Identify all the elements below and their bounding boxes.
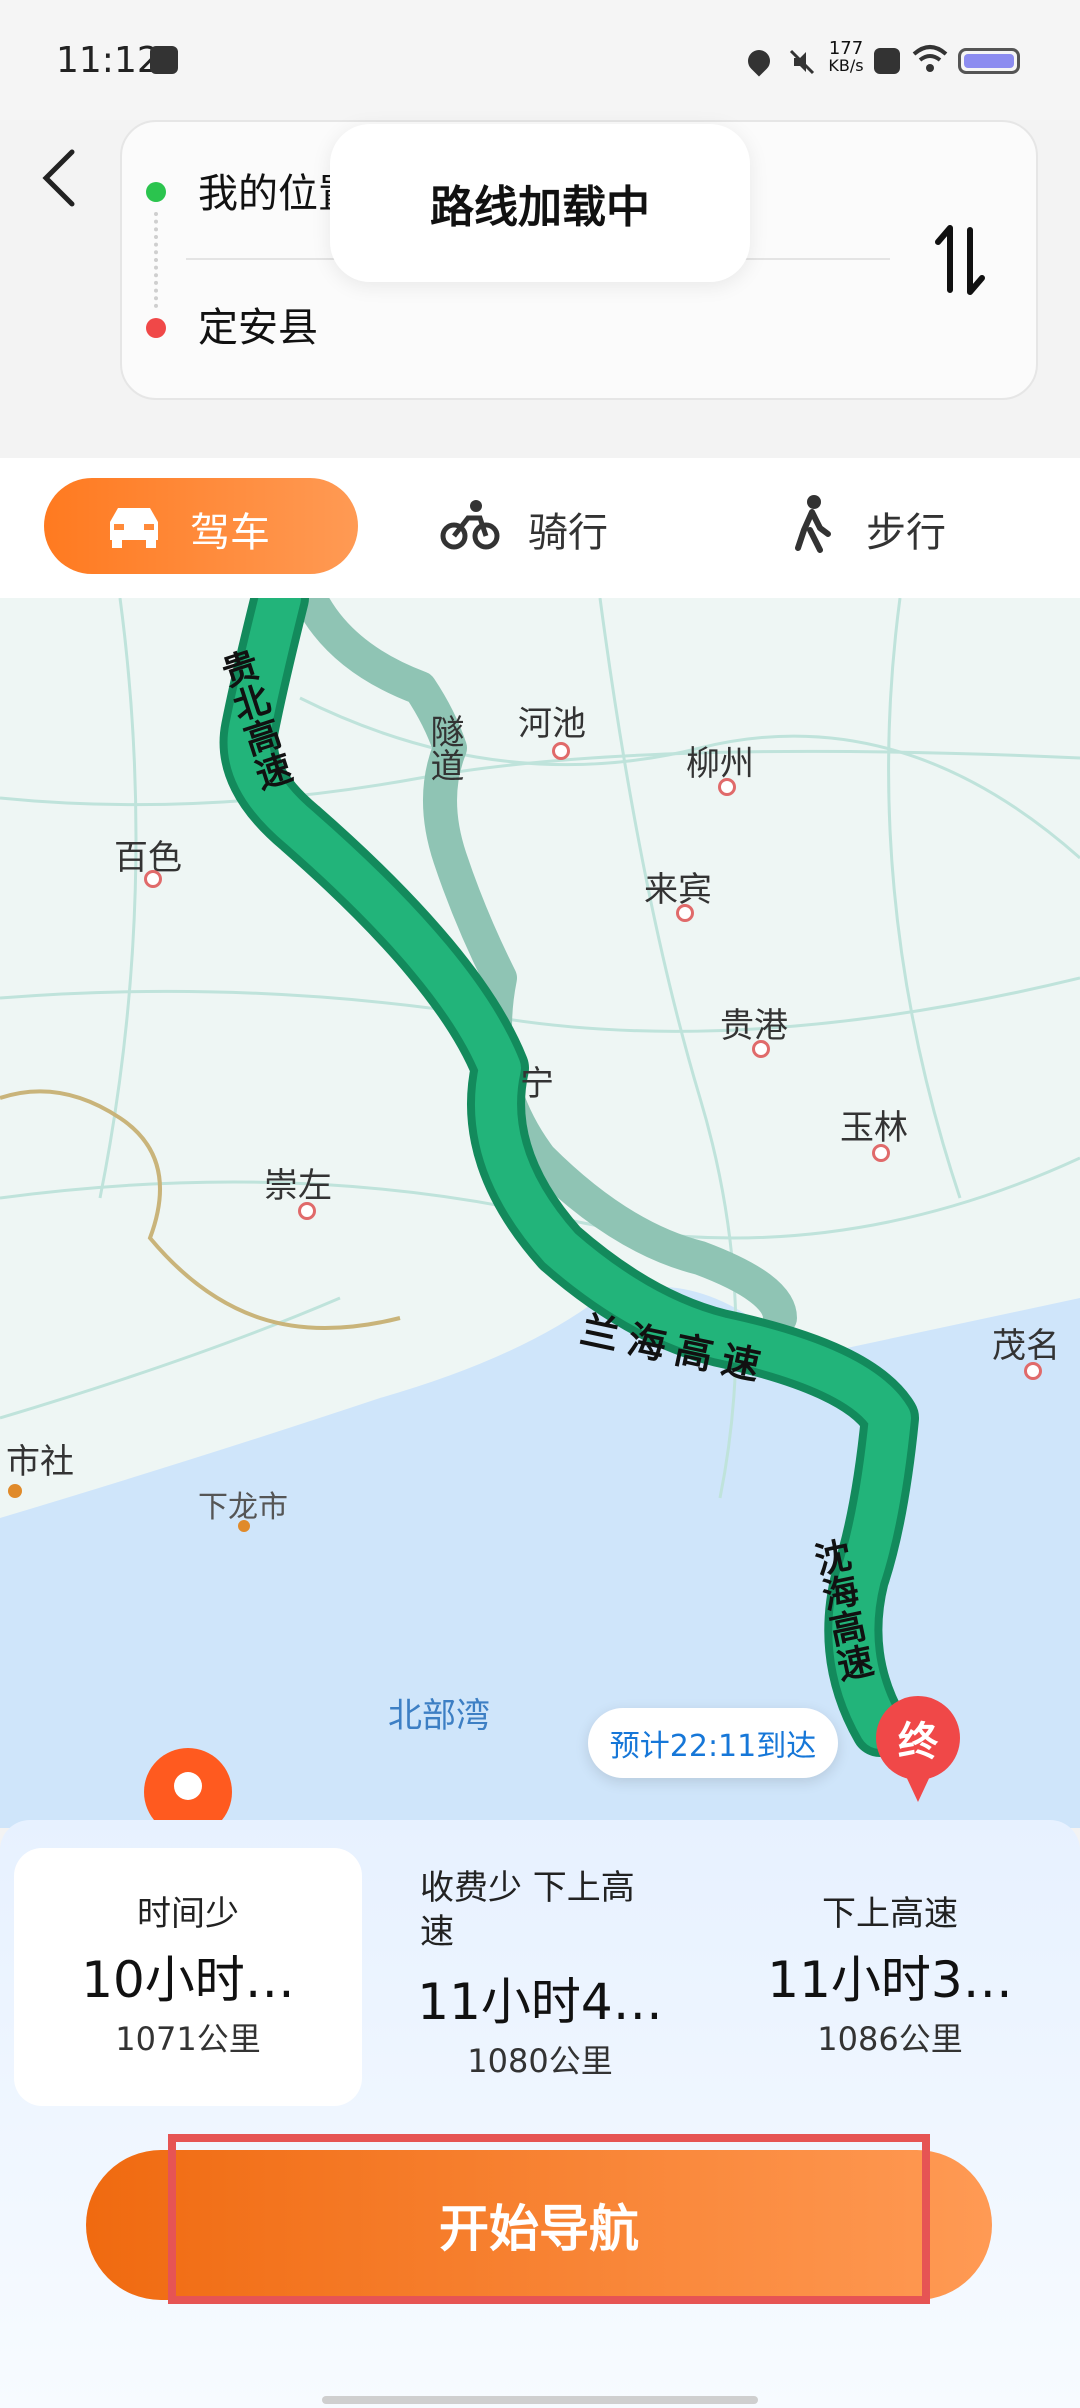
city-marker	[144, 870, 162, 888]
map-canvas	[0, 598, 1080, 1828]
chevron-left-icon	[42, 149, 75, 207]
route-option-2-time: 11小时4…	[417, 1973, 663, 2031]
message-icon	[150, 46, 178, 74]
network-speed: 177 KB/s	[824, 40, 868, 74]
tab-bike-label: 骑行	[528, 510, 608, 556]
city-marker	[8, 1484, 22, 1498]
city-label: 贵港	[720, 1006, 788, 1046]
city-label: 玉林	[840, 1108, 908, 1148]
wifi-icon	[912, 44, 948, 78]
city-label: 崇左	[264, 1166, 332, 1206]
route-option-3-distance: 1086公里	[817, 2020, 963, 2058]
route-option-3-time: 11小时3…	[767, 1951, 1013, 2009]
destination-field[interactable]: 定安县	[198, 300, 798, 356]
status-bar: 11:12 177 KB/s	[0, 0, 1080, 120]
sim-off-icon	[874, 48, 900, 74]
city-marker	[552, 742, 570, 760]
highlight-frame	[168, 2134, 930, 2304]
route-option-2-distance: 1080公里	[467, 2042, 613, 2080]
bike-icon	[440, 498, 500, 556]
battery-icon	[958, 48, 1020, 74]
city-label: 来宾	[644, 870, 712, 910]
map-view[interactable]: 隧道 贵北高速 兰海高速 沈海高速 河池 柳州 百色 来宾 贵港 玉林 崇左 茂…	[0, 598, 1080, 1828]
route-option-2-tag: 收费少 下上高速	[420, 1868, 635, 1952]
route-option-1-time: 10小时…	[81, 1951, 295, 2009]
route-option-1-tag: 时间少	[137, 1894, 239, 1934]
city-marker	[752, 1040, 770, 1058]
destination-dot	[146, 318, 166, 338]
loading-toast: 路线加载中	[330, 124, 750, 282]
back-button[interactable]	[36, 146, 84, 210]
road-label-tunnel: 隧道	[424, 714, 464, 782]
city-label: 柳州	[686, 744, 754, 784]
location-icon	[743, 45, 775, 77]
city-marker	[238, 1520, 250, 1532]
eta-bubble: 预计22:11到达	[588, 1708, 838, 1778]
end-marker[interactable]: 终	[876, 1696, 960, 1780]
car-icon	[104, 500, 164, 554]
city-marker	[676, 904, 694, 922]
sea-label: 北部湾	[388, 1696, 490, 1736]
mute-icon	[788, 48, 816, 76]
city-marker	[872, 1144, 890, 1162]
city-label: 河池	[518, 704, 586, 744]
swap-icon	[935, 225, 985, 295]
city-label: 宁	[520, 1064, 554, 1104]
route-option-3-tag: 下上高速	[822, 1894, 958, 1934]
end-marker-tip	[904, 1772, 932, 1802]
city-marker	[1024, 1362, 1042, 1380]
city-label: 市社	[6, 1442, 74, 1482]
end-marker-label: 终	[898, 1719, 938, 1765]
route-option-1-distance: 1071公里	[115, 2020, 261, 2058]
status-time: 11:12	[56, 40, 160, 81]
city-label: 茂名	[992, 1326, 1060, 1366]
network-speed-unit: KB/s	[828, 56, 864, 75]
city-marker	[298, 1202, 316, 1220]
tab-walk-label: 步行	[866, 510, 946, 556]
swap-button[interactable]	[930, 220, 990, 300]
city-marker	[718, 778, 736, 796]
walk-icon	[790, 494, 834, 558]
dotted-connector	[154, 212, 162, 308]
tab-drive-label: 驾车	[190, 510, 270, 556]
origin-dot	[146, 182, 166, 202]
home-indicator[interactable]	[322, 2396, 758, 2404]
